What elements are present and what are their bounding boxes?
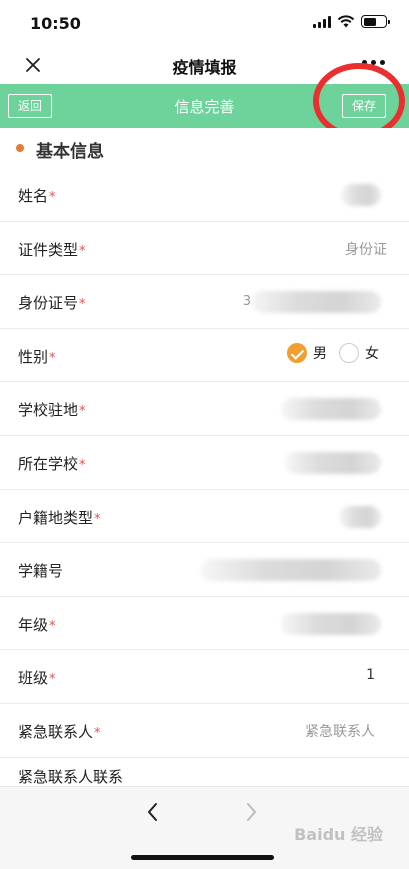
bottom-nav-bar: Baidu 经验 xyxy=(0,786,409,869)
save-button[interactable]: 保存 xyxy=(342,94,386,118)
watermark: Baidu 经验 xyxy=(294,825,383,844)
redacted-value xyxy=(281,398,381,421)
field-label: 性别 xyxy=(18,347,49,366)
required-mark: * xyxy=(79,243,86,259)
required-mark: * xyxy=(49,350,56,366)
redacted-value xyxy=(201,559,381,582)
gender-female-radio[interactable] xyxy=(339,342,359,363)
section-dot-icon xyxy=(16,144,24,152)
field-school[interactable]: 所在学校* xyxy=(0,435,409,490)
redacted-value xyxy=(341,184,381,206)
required-mark: * xyxy=(79,297,86,313)
redacted-value xyxy=(281,612,381,635)
page-header: 返回 信息完善 保存 xyxy=(0,84,409,128)
cellular-signal-icon xyxy=(313,15,331,28)
field-id-type[interactable]: 证件类型* 身份证 xyxy=(0,221,409,276)
required-mark: * xyxy=(79,457,86,473)
status-bar: 10:50 xyxy=(0,0,409,46)
required-mark: * xyxy=(49,618,56,634)
field-label: 紧急联系人联系 xyxy=(18,767,124,786)
field-emergency-contact[interactable]: 紧急联系人* 紧急联系人 xyxy=(0,703,409,758)
required-mark: * xyxy=(79,404,86,420)
status-icons xyxy=(313,15,390,28)
field-label: 户籍地类型 xyxy=(18,508,94,527)
id-number-partial: 3 xyxy=(242,294,251,310)
field-label: 证件类型 xyxy=(18,240,79,259)
form-fields: 姓名* 证件类型* 身份证 身份证号* 3 性别* 男 女 学校驻地* 所在学校… xyxy=(0,168,409,788)
field-school-location[interactable]: 学校驻地* xyxy=(0,382,409,436)
field-class[interactable]: 班级* 1 xyxy=(0,650,409,704)
required-mark: * xyxy=(94,511,101,527)
field-gender: 性别* 男 女 xyxy=(0,328,409,383)
back-arrow-icon[interactable] xyxy=(138,797,168,827)
app-title-bar: 疫情填报 xyxy=(0,46,409,84)
wifi-icon xyxy=(337,15,355,28)
section-header: 基本信息 xyxy=(0,128,409,168)
app-title: 疫情填报 xyxy=(172,58,237,77)
gender-female-label[interactable]: 女 xyxy=(365,343,379,363)
field-label: 学籍号 xyxy=(18,562,64,581)
gender-male-radio[interactable] xyxy=(287,342,307,363)
field-label: 紧急联系人 xyxy=(18,722,94,741)
gender-radio-group: 男 女 xyxy=(287,342,379,363)
redacted-value xyxy=(285,451,381,474)
field-label: 学校驻地 xyxy=(18,401,79,420)
redacted-value xyxy=(251,291,381,314)
field-label: 年级 xyxy=(18,615,49,634)
forward-arrow-icon[interactable] xyxy=(236,797,266,827)
field-student-number[interactable]: 学籍号 xyxy=(0,543,409,597)
required-mark: * xyxy=(49,190,56,205)
status-time: 10:50 xyxy=(30,14,81,33)
field-emergency-contact-phone[interactable]: 紧急联系人联系 xyxy=(0,757,409,788)
field-label: 姓名 xyxy=(18,187,49,205)
more-menu-icon[interactable] xyxy=(362,60,385,65)
home-indicator[interactable] xyxy=(131,855,274,860)
battery-icon xyxy=(361,15,390,28)
required-mark: * xyxy=(94,725,101,741)
field-name[interactable]: 姓名* xyxy=(0,168,409,222)
field-id-number[interactable]: 身份证号* 3 xyxy=(0,275,409,329)
emergency-contact-input[interactable]: 紧急联系人 xyxy=(305,721,375,741)
required-mark: * xyxy=(49,672,56,688)
gender-male-label[interactable]: 男 xyxy=(313,343,327,363)
section-title: 基本信息 xyxy=(36,142,104,162)
class-value: 1 xyxy=(366,667,375,684)
field-label: 班级 xyxy=(18,669,49,688)
field-hukou-type[interactable]: 户籍地类型* xyxy=(0,489,409,544)
field-label: 所在学校 xyxy=(18,454,79,473)
field-label: 身份证号 xyxy=(18,294,79,313)
redacted-value xyxy=(339,505,381,528)
id-type-value: 身份证 xyxy=(345,241,387,258)
field-grade[interactable]: 年级* xyxy=(0,596,409,651)
